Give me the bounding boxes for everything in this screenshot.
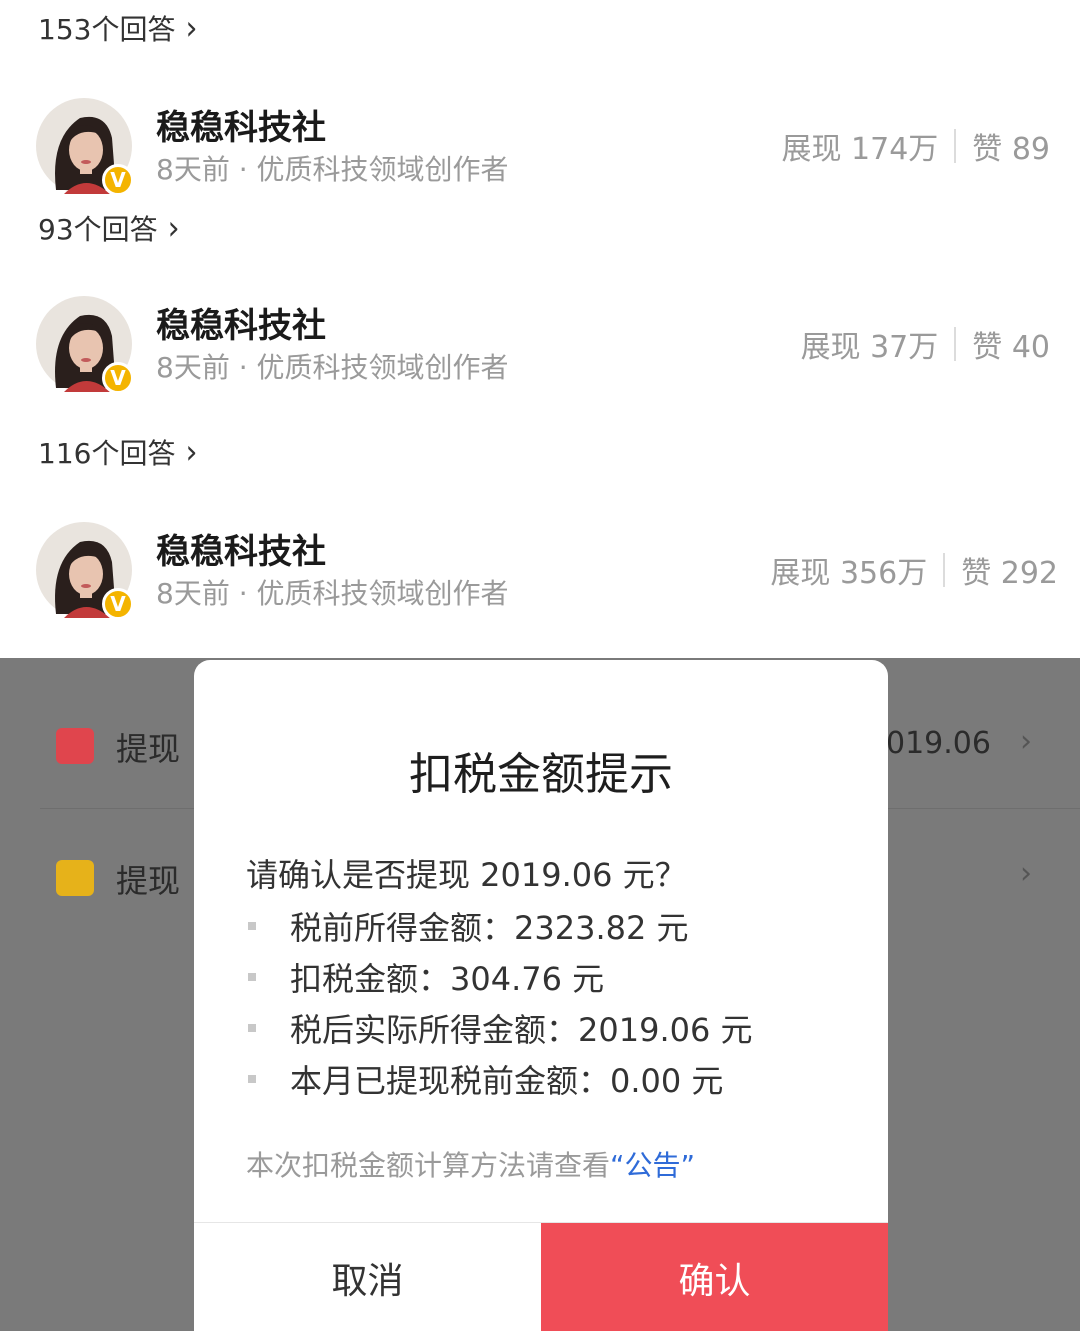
dialog-question: 请确认是否提现 2019.06 元？: [246, 856, 687, 894]
list-item: 税前所得金额：2323.82 元: [246, 900, 753, 951]
chevron-right-icon: ›: [1020, 724, 1032, 759]
withdraw-row-label: 提现: [116, 730, 181, 768]
answers-count-link[interactable]: 153个回答 ›: [38, 8, 197, 48]
bullet-icon: [248, 1023, 256, 1032]
chevron-right-icon: ›: [167, 208, 180, 248]
chevron-right-icon: ›: [1020, 856, 1032, 891]
answers-count-label: 116个回答: [38, 437, 176, 470]
wallet-icon: [56, 728, 94, 764]
announcement-link[interactable]: “公告”: [610, 1149, 695, 1182]
tax-dialog: 扣税金额提示 请确认是否提现 2019.06 元？ 税前所得金额：2323.82…: [194, 660, 888, 1331]
stats-divider: [954, 129, 957, 163]
bullet-icon: [248, 1074, 256, 1083]
chevron-right-icon: ›: [185, 432, 198, 472]
author-meta: 8天前 · 优质科技领域创作者: [156, 577, 509, 610]
list-item: 本月已提现税前金额：0.00 元: [246, 1053, 753, 1104]
withdraw-row-value: 019.06: [886, 726, 991, 761]
likes-stat: 赞 292: [961, 556, 1058, 591]
answers-count-label: 153个回答: [38, 13, 176, 46]
answers-count-link[interactable]: 116个回答 ›: [38, 432, 197, 472]
dialog-buttons: 取消 确认: [194, 1222, 888, 1331]
author-name[interactable]: 稳稳科技社: [156, 298, 326, 347]
likes-stat: 赞 89: [972, 132, 1050, 167]
answers-count-link[interactable]: 93个回答 ›: [38, 208, 180, 248]
answer-feed: 153个回答 › V 稳稳科技社 8天前 · 优质科技领域创作者 展现 174万…: [0, 0, 1080, 658]
likes-stat: 赞 40: [972, 330, 1050, 365]
author-name[interactable]: 稳稳科技社: [156, 100, 326, 149]
month-withdrawn-amount: 本月已提现税前金额：0.00 元: [290, 1061, 724, 1100]
stats-divider: [943, 553, 946, 587]
views-stat: 展现 174万: [781, 132, 939, 167]
answer-stats: 展现 356万 赞 292: [770, 548, 1058, 592]
author-row[interactable]: V 稳稳科技社 8天前 · 优质科技领域创作者 展现 356万 赞 292: [0, 522, 1080, 622]
answers-count-label: 93个回答: [38, 213, 158, 246]
aftertax-amount: 税后实际所得金额：2019.06 元: [290, 1010, 753, 1049]
bullet-icon: [248, 972, 256, 981]
verified-badge: V: [102, 164, 134, 196]
tax-detail-list: 税前所得金额：2323.82 元 扣税金额：304.76 元 税后实际所得金额：…: [246, 900, 753, 1104]
views-stat: 展现 37万: [800, 330, 939, 365]
record-icon: [56, 860, 94, 896]
avatar[interactable]: V: [36, 296, 134, 394]
withdraw-record-label: 提现: [116, 862, 181, 900]
author-meta: 8天前 · 优质科技领域创作者: [156, 351, 509, 384]
answer-stats: 展现 174万 赞 89: [781, 124, 1050, 168]
tax-amount: 扣税金额：304.76 元: [290, 959, 605, 998]
author-meta: 8天前 · 优质科技领域创作者: [156, 153, 509, 186]
list-item: 税后实际所得金额：2019.06 元: [246, 1002, 753, 1053]
bullet-icon: [248, 921, 256, 930]
avatar[interactable]: V: [36, 522, 134, 620]
dialog-title: 扣税金额提示: [409, 749, 673, 800]
dialog-note: 本次扣税金额计算方法请查看“公告”: [246, 1144, 695, 1184]
author-name[interactable]: 稳稳科技社: [156, 524, 326, 573]
views-stat: 展现 356万: [770, 556, 928, 591]
confirm-button[interactable]: 确认: [541, 1223, 888, 1331]
author-row[interactable]: V 稳稳科技社 8天前 · 优质科技领域创作者 展现 174万 赞 89: [0, 98, 1080, 198]
chevron-right-icon: ›: [185, 8, 198, 48]
stats-divider: [954, 327, 957, 361]
answer-stats: 展现 37万 赞 40: [801, 322, 1050, 366]
dialog-note-text: 本次扣税金额计算方法请查看: [246, 1149, 611, 1182]
cancel-button[interactable]: 取消: [194, 1223, 541, 1331]
pretax-amount: 税前所得金额：2323.82 元: [290, 908, 689, 947]
verified-badge: V: [102, 362, 134, 394]
avatar[interactable]: V: [36, 98, 134, 196]
author-row[interactable]: V 稳稳科技社 8天前 · 优质科技领域创作者 展现 37万 赞 40: [0, 296, 1080, 396]
list-item: 扣税金额：304.76 元: [246, 951, 753, 1002]
verified-badge: V: [102, 588, 134, 620]
